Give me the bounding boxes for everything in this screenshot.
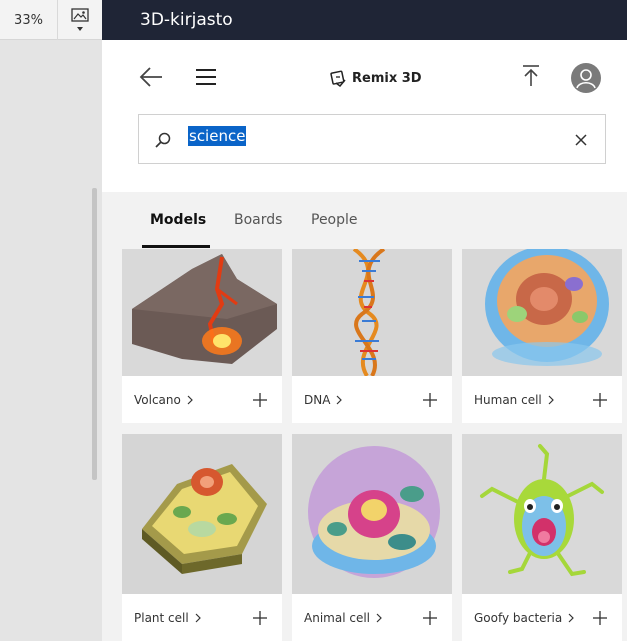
add-model-icon[interactable] [252,610,268,626]
zoom-level[interactable]: 33% [0,0,58,40]
animal-cell-model-image [292,434,452,594]
model-card-caption[interactable]: Human cell [474,393,554,407]
tab-boards[interactable]: Boards [234,212,282,228]
brand-label: Remix 3D [352,70,422,86]
model-card-caption[interactable]: Animal cell [304,611,382,625]
chevron-right-icon [568,613,575,623]
image-icon [71,8,89,22]
host-toolbar: 33% [0,0,102,40]
user-avatar[interactable] [571,63,601,93]
goofy-bacteria-model-image [462,434,622,594]
model-card-plant-cell[interactable]: Plant cell [122,434,282,641]
add-model-icon[interactable] [422,610,438,626]
model-card-label: Human cell [474,393,542,407]
model-card-goofy-bacteria[interactable]: Goofy bacteria [462,434,622,641]
model-card-caption[interactable]: DNA [304,393,343,407]
search-text-selected: science [188,126,247,146]
search-input[interactable]: science [188,126,568,153]
caret-down-icon [77,27,83,31]
model-card-human-cell[interactable]: Human cell [462,249,622,423]
model-thumbnail[interactable] [462,434,622,594]
insert-image-button[interactable] [58,0,102,40]
model-card-dna[interactable]: DNA [292,249,452,423]
model-thumbnail[interactable] [292,434,452,594]
hamburger-menu-icon[interactable] [194,66,218,88]
host-app-area: 33% [0,0,102,641]
remix3d-logo-icon [330,70,346,87]
model-card-label: Plant cell [134,611,189,625]
model-thumbnail[interactable] [122,434,282,594]
search-icon [155,132,171,148]
model-thumbnail[interactable] [292,249,452,376]
search-box[interactable]: science [138,114,606,164]
person-icon [576,69,596,89]
model-thumbnail[interactable] [122,249,282,376]
plant-cell-model-image [122,434,282,594]
model-card-animal-cell[interactable]: Animal cell [292,434,452,641]
chevron-right-icon [187,395,193,405]
chevron-right-icon [548,395,554,405]
model-thumbnail[interactable] [462,249,622,376]
add-model-icon[interactable] [422,392,438,408]
panel-title: 3D-kirjasto [102,0,627,40]
add-model-icon[interactable] [252,392,268,408]
model-card-label: DNA [304,393,331,407]
human-cell-model-image [462,249,622,376]
chevron-right-icon [195,613,201,623]
dna-model-image [292,249,452,376]
host-scrollbar[interactable] [92,188,97,480]
model-grid: Volcano DNA Human cell Plant cell Animal… [122,249,627,641]
model-card-label: Animal cell [304,611,370,625]
model-card-caption[interactable]: Goofy bacteria [474,611,575,625]
chevron-right-icon [337,395,343,405]
results-area: Models Boards People Volcano DNA Human c… [102,192,627,641]
model-card-label: Volcano [134,393,181,407]
volcano-model-image [122,249,282,376]
library-panel: 3D-kirjasto Remix 3D science Models Boar… [102,0,627,641]
result-tabs: Models Boards People [102,192,627,249]
add-model-icon[interactable] [592,610,608,626]
back-arrow-icon[interactable] [138,65,164,89]
clear-icon[interactable] [572,131,590,149]
model-card-label: Goofy bacteria [474,611,563,625]
chevron-right-icon [376,613,382,623]
active-tab-indicator [142,245,210,248]
upload-icon[interactable] [520,64,542,88]
tab-people[interactable]: People [311,212,358,228]
model-card-volcano[interactable]: Volcano [122,249,282,423]
model-card-caption[interactable]: Volcano [134,393,193,407]
add-model-icon[interactable] [592,392,608,408]
tab-models[interactable]: Models [150,212,206,228]
model-card-caption[interactable]: Plant cell [134,611,201,625]
top-navigation: Remix 3D [102,40,627,114]
remix3d-brand[interactable]: Remix 3D [330,67,422,89]
